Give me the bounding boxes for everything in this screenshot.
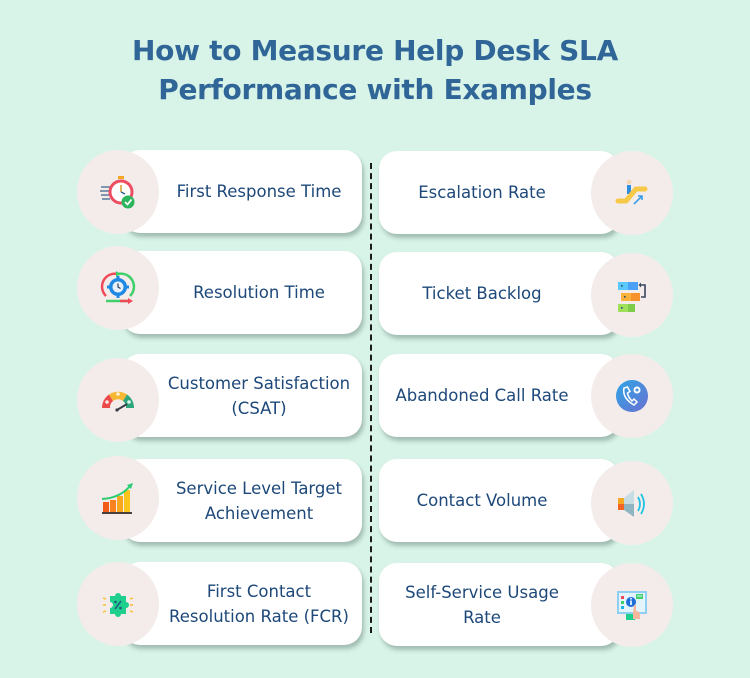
metric-label: Self-Service Usage Rate bbox=[405, 582, 559, 627]
metric-card-self-service-usage-rate: Self-Service Usage Rate bbox=[379, 563, 619, 646]
growth-bar-chart-icon bbox=[101, 483, 133, 514]
metric-icon-circle bbox=[77, 358, 159, 442]
metric-label: Contact Volume bbox=[416, 491, 548, 510]
phone-call-icon bbox=[616, 380, 648, 412]
info-screen-touch-icon bbox=[617, 591, 647, 620]
metric-icon-circle bbox=[591, 461, 673, 545]
speaker-volume-icon bbox=[618, 490, 645, 517]
stopwatch-check-icon bbox=[100, 176, 135, 209]
metric-icon-circle bbox=[591, 253, 673, 337]
metric-label: Escalation Rate bbox=[418, 183, 546, 202]
metric-label: Abandoned Call Rate bbox=[395, 386, 569, 405]
metric-label: First Response Time bbox=[176, 182, 342, 201]
metric-card-contact-volume: Contact Volume bbox=[379, 459, 619, 542]
metric-icon-circle bbox=[77, 456, 159, 540]
title-line-1: How to Measure Help Desk SLA bbox=[132, 34, 618, 67]
metric-label: Service Level Target Achievement bbox=[175, 478, 343, 523]
escalator-icon bbox=[615, 179, 648, 205]
metric-label: Ticket Backlog bbox=[422, 284, 542, 303]
puzzle-percent-icon bbox=[102, 593, 134, 617]
gear-clock-cycle-icon bbox=[100, 271, 136, 304]
metric-label: Customer Satisfaction (CSAT) bbox=[167, 373, 351, 418]
metric-label: First Contact Resolution Rate (FCR) bbox=[169, 581, 349, 626]
metric-icon-circle bbox=[591, 151, 673, 235]
metric-icon-circle bbox=[591, 354, 673, 438]
title-line-2: Performance with Examples bbox=[158, 73, 592, 106]
metric-card-abandoned-call-rate: Abandoned Call Rate bbox=[379, 354, 619, 437]
metric-icon-circle bbox=[77, 150, 159, 234]
metric-icon-circle bbox=[77, 562, 159, 646]
metric-card-ticket-backlog: Ticket Backlog bbox=[379, 252, 619, 335]
stacked-tickets-icon bbox=[618, 282, 646, 312]
satisfaction-gauge-icon bbox=[101, 391, 135, 412]
metric-icon-circle bbox=[77, 246, 159, 330]
metric-card-escalation-rate: Escalation Rate bbox=[379, 151, 619, 234]
metric-label: Resolution Time bbox=[193, 283, 325, 302]
metric-icon-circle bbox=[591, 563, 673, 647]
page-title: How to Measure Help Desk SLA Performance… bbox=[0, 31, 750, 109]
center-dashed-divider bbox=[370, 163, 372, 633]
